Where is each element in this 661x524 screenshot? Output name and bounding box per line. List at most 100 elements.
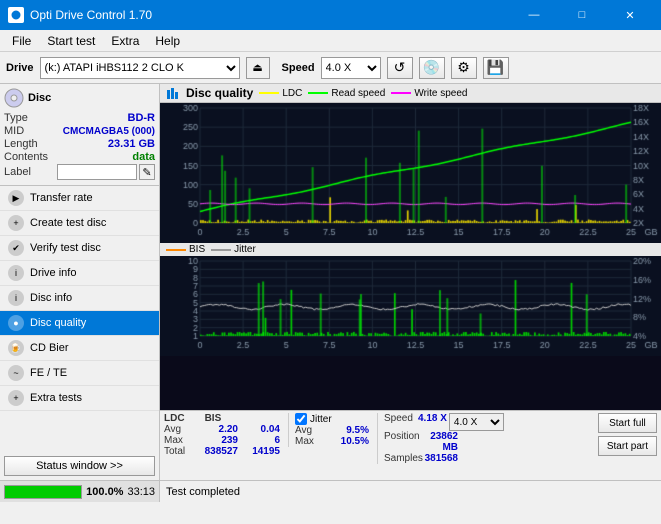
chart-icon xyxy=(166,86,180,100)
maximize-button[interactable]: □ xyxy=(559,0,605,30)
progress-time: 33:13 xyxy=(127,486,155,498)
disc-label-row: Label ✎ xyxy=(4,164,155,180)
disc-length-label: Length xyxy=(4,138,38,150)
disc-length-value: 23.31 GB xyxy=(108,138,155,150)
save-button[interactable]: 💾 xyxy=(483,57,509,79)
speed-select[interactable]: 4.0 X xyxy=(321,57,381,79)
chart-header: Disc quality LDC Read speed Write speed xyxy=(160,84,661,103)
nav-drive-info[interactable]: i Drive info xyxy=(0,261,159,286)
minimize-button[interactable]: — xyxy=(511,0,557,30)
nav-fe-te[interactable]: ~ FE / TE xyxy=(0,361,159,386)
app-icon xyxy=(8,7,24,23)
speed-label: Speed xyxy=(282,62,315,74)
start-part-button[interactable]: Start part xyxy=(598,436,657,456)
nav-extra-tests[interactable]: + Extra tests xyxy=(0,386,159,411)
titlebar-controls: — □ ✕ xyxy=(511,0,653,30)
jitter-stats: Jitter Avg 9.5% Max 10.5% xyxy=(288,413,369,447)
speed-stats: Speed 4.18 X 4.0 X Position 23862 MB Sam… xyxy=(377,413,504,464)
disc-icon xyxy=(4,88,24,108)
disc-contents-value: data xyxy=(132,151,155,163)
disc-type-label: Type xyxy=(4,112,28,124)
ldc-stats: LDC BIS Avg 2.20 0.04 Max 239 6 Total 83… xyxy=(164,413,280,457)
legend-jitter-color xyxy=(211,249,231,251)
action-buttons: Start full Start part xyxy=(598,413,657,456)
disc-type-row: Type BD-R xyxy=(4,112,155,124)
jitter-avg-row: Avg 9.5% xyxy=(295,425,369,436)
close-button[interactable]: ✕ xyxy=(607,0,653,30)
jitter-header: Jitter xyxy=(295,413,369,425)
progress-fill xyxy=(5,486,81,498)
chart-title: Disc quality xyxy=(186,86,253,100)
disc-length-row: Length 23.31 GB xyxy=(4,138,155,150)
nav-disc-quality[interactable]: ● Disc quality xyxy=(0,311,159,336)
status-text: Test completed xyxy=(166,486,240,498)
progress-bar xyxy=(4,485,82,499)
speed-row: Speed 4.18 X 4.0 X xyxy=(384,413,504,431)
legend-write-speed-color xyxy=(391,92,411,94)
ldc-header: LDC BIS xyxy=(164,413,280,424)
verify-icon: ✔ xyxy=(8,240,24,256)
chart2-header: BIS Jitter xyxy=(160,243,661,256)
progress-bar-container: 100.0% 33:13 xyxy=(0,480,159,502)
titlebar-title: Opti Drive Control 1.70 xyxy=(30,8,152,22)
create-disc-icon: + xyxy=(8,215,24,231)
speed-selector[interactable]: 4.0 X xyxy=(449,413,504,431)
disc-label-input[interactable] xyxy=(57,164,137,180)
drive-label: Drive xyxy=(6,62,34,74)
total-row: Total 838527 14195 xyxy=(164,446,280,457)
nav-disc-info[interactable]: i Disc info xyxy=(0,286,159,311)
legend-ldc: LDC xyxy=(259,88,302,99)
drive-select[interactable]: (k:) ATAPI iHBS112 2 CLO K xyxy=(40,57,240,79)
legend-ldc-color xyxy=(259,92,279,94)
position-row: Position 23862 MB xyxy=(384,431,504,453)
extra-tests-icon: + xyxy=(8,390,24,406)
legend-jitter: Jitter xyxy=(211,244,256,255)
disc-quality-icon: ● xyxy=(8,315,24,331)
disc-type-value: BD-R xyxy=(128,112,156,124)
start-full-button[interactable]: Start full xyxy=(598,413,657,433)
disc-button[interactable]: 💿 xyxy=(419,57,445,79)
drivebar: Drive (k:) ATAPI iHBS112 2 CLO K ⏏ Speed… xyxy=(0,52,661,84)
disc-info-icon: i xyxy=(8,290,24,306)
jitter-max-row: Max 10.5% xyxy=(295,436,369,447)
eject-button[interactable]: ⏏ xyxy=(246,57,270,79)
cd-bier-icon: 🍺 xyxy=(8,340,24,356)
nav-list: ▶ Transfer rate + Create test disc ✔ Ver… xyxy=(0,186,159,411)
menu-file[interactable]: File xyxy=(4,32,39,50)
main-content: Disc Type BD-R MID CMCMAGBA5 (000) Lengt… xyxy=(0,84,661,502)
top-chart xyxy=(160,103,661,243)
settings-button[interactable]: ⚙ xyxy=(451,57,477,79)
charts-container: BIS Jitter xyxy=(160,103,661,410)
menu-start-test[interactable]: Start test xyxy=(39,32,103,50)
drive-info-icon: i xyxy=(8,265,24,281)
label-edit-button[interactable]: ✎ xyxy=(139,164,155,180)
disc-contents-label: Contents xyxy=(4,151,48,163)
menu-extra[interactable]: Extra xyxy=(103,32,147,50)
nav-verify-test-disc[interactable]: ✔ Verify test disc xyxy=(0,236,159,261)
transfer-rate-icon: ▶ xyxy=(8,190,24,206)
nav-cd-bier[interactable]: 🍺 CD Bier xyxy=(0,336,159,361)
refresh-button[interactable]: ↺ xyxy=(387,57,413,79)
status-bar: Test completed xyxy=(160,480,661,502)
titlebar-left: Opti Drive Control 1.70 xyxy=(8,7,152,23)
disc-contents-row: Contents data xyxy=(4,151,155,163)
left-panel: Disc Type BD-R MID CMCMAGBA5 (000) Lengt… xyxy=(0,84,160,502)
legend-read-speed-color xyxy=(308,92,328,94)
titlebar: Opti Drive Control 1.70 — □ ✕ xyxy=(0,0,661,30)
disc-mid-label: MID xyxy=(4,125,24,137)
disc-section: Disc Type BD-R MID CMCMAGBA5 (000) Lengt… xyxy=(0,84,159,186)
right-panel: Disc quality LDC Read speed Write speed … xyxy=(160,84,661,502)
jitter-checkbox[interactable] xyxy=(295,413,307,425)
max-row: Max 239 6 xyxy=(164,435,280,446)
nav-transfer-rate[interactable]: ▶ Transfer rate xyxy=(0,186,159,211)
status-window-button[interactable]: Status window >> xyxy=(4,456,155,476)
samples-row: Samples 381568 xyxy=(384,453,504,464)
speed-display: 4.18 X xyxy=(418,413,447,431)
disc-header-text: Disc xyxy=(28,92,51,104)
legend-bis-color xyxy=(166,249,186,251)
menu-help[interactable]: Help xyxy=(147,32,188,50)
progress-value: 100.0% xyxy=(86,486,123,498)
nav-create-test-disc[interactable]: + Create test disc xyxy=(0,211,159,236)
avg-row: Avg 2.20 0.04 xyxy=(164,424,280,435)
stats-bar: LDC BIS Avg 2.20 0.04 Max 239 6 Total 83… xyxy=(160,410,661,480)
